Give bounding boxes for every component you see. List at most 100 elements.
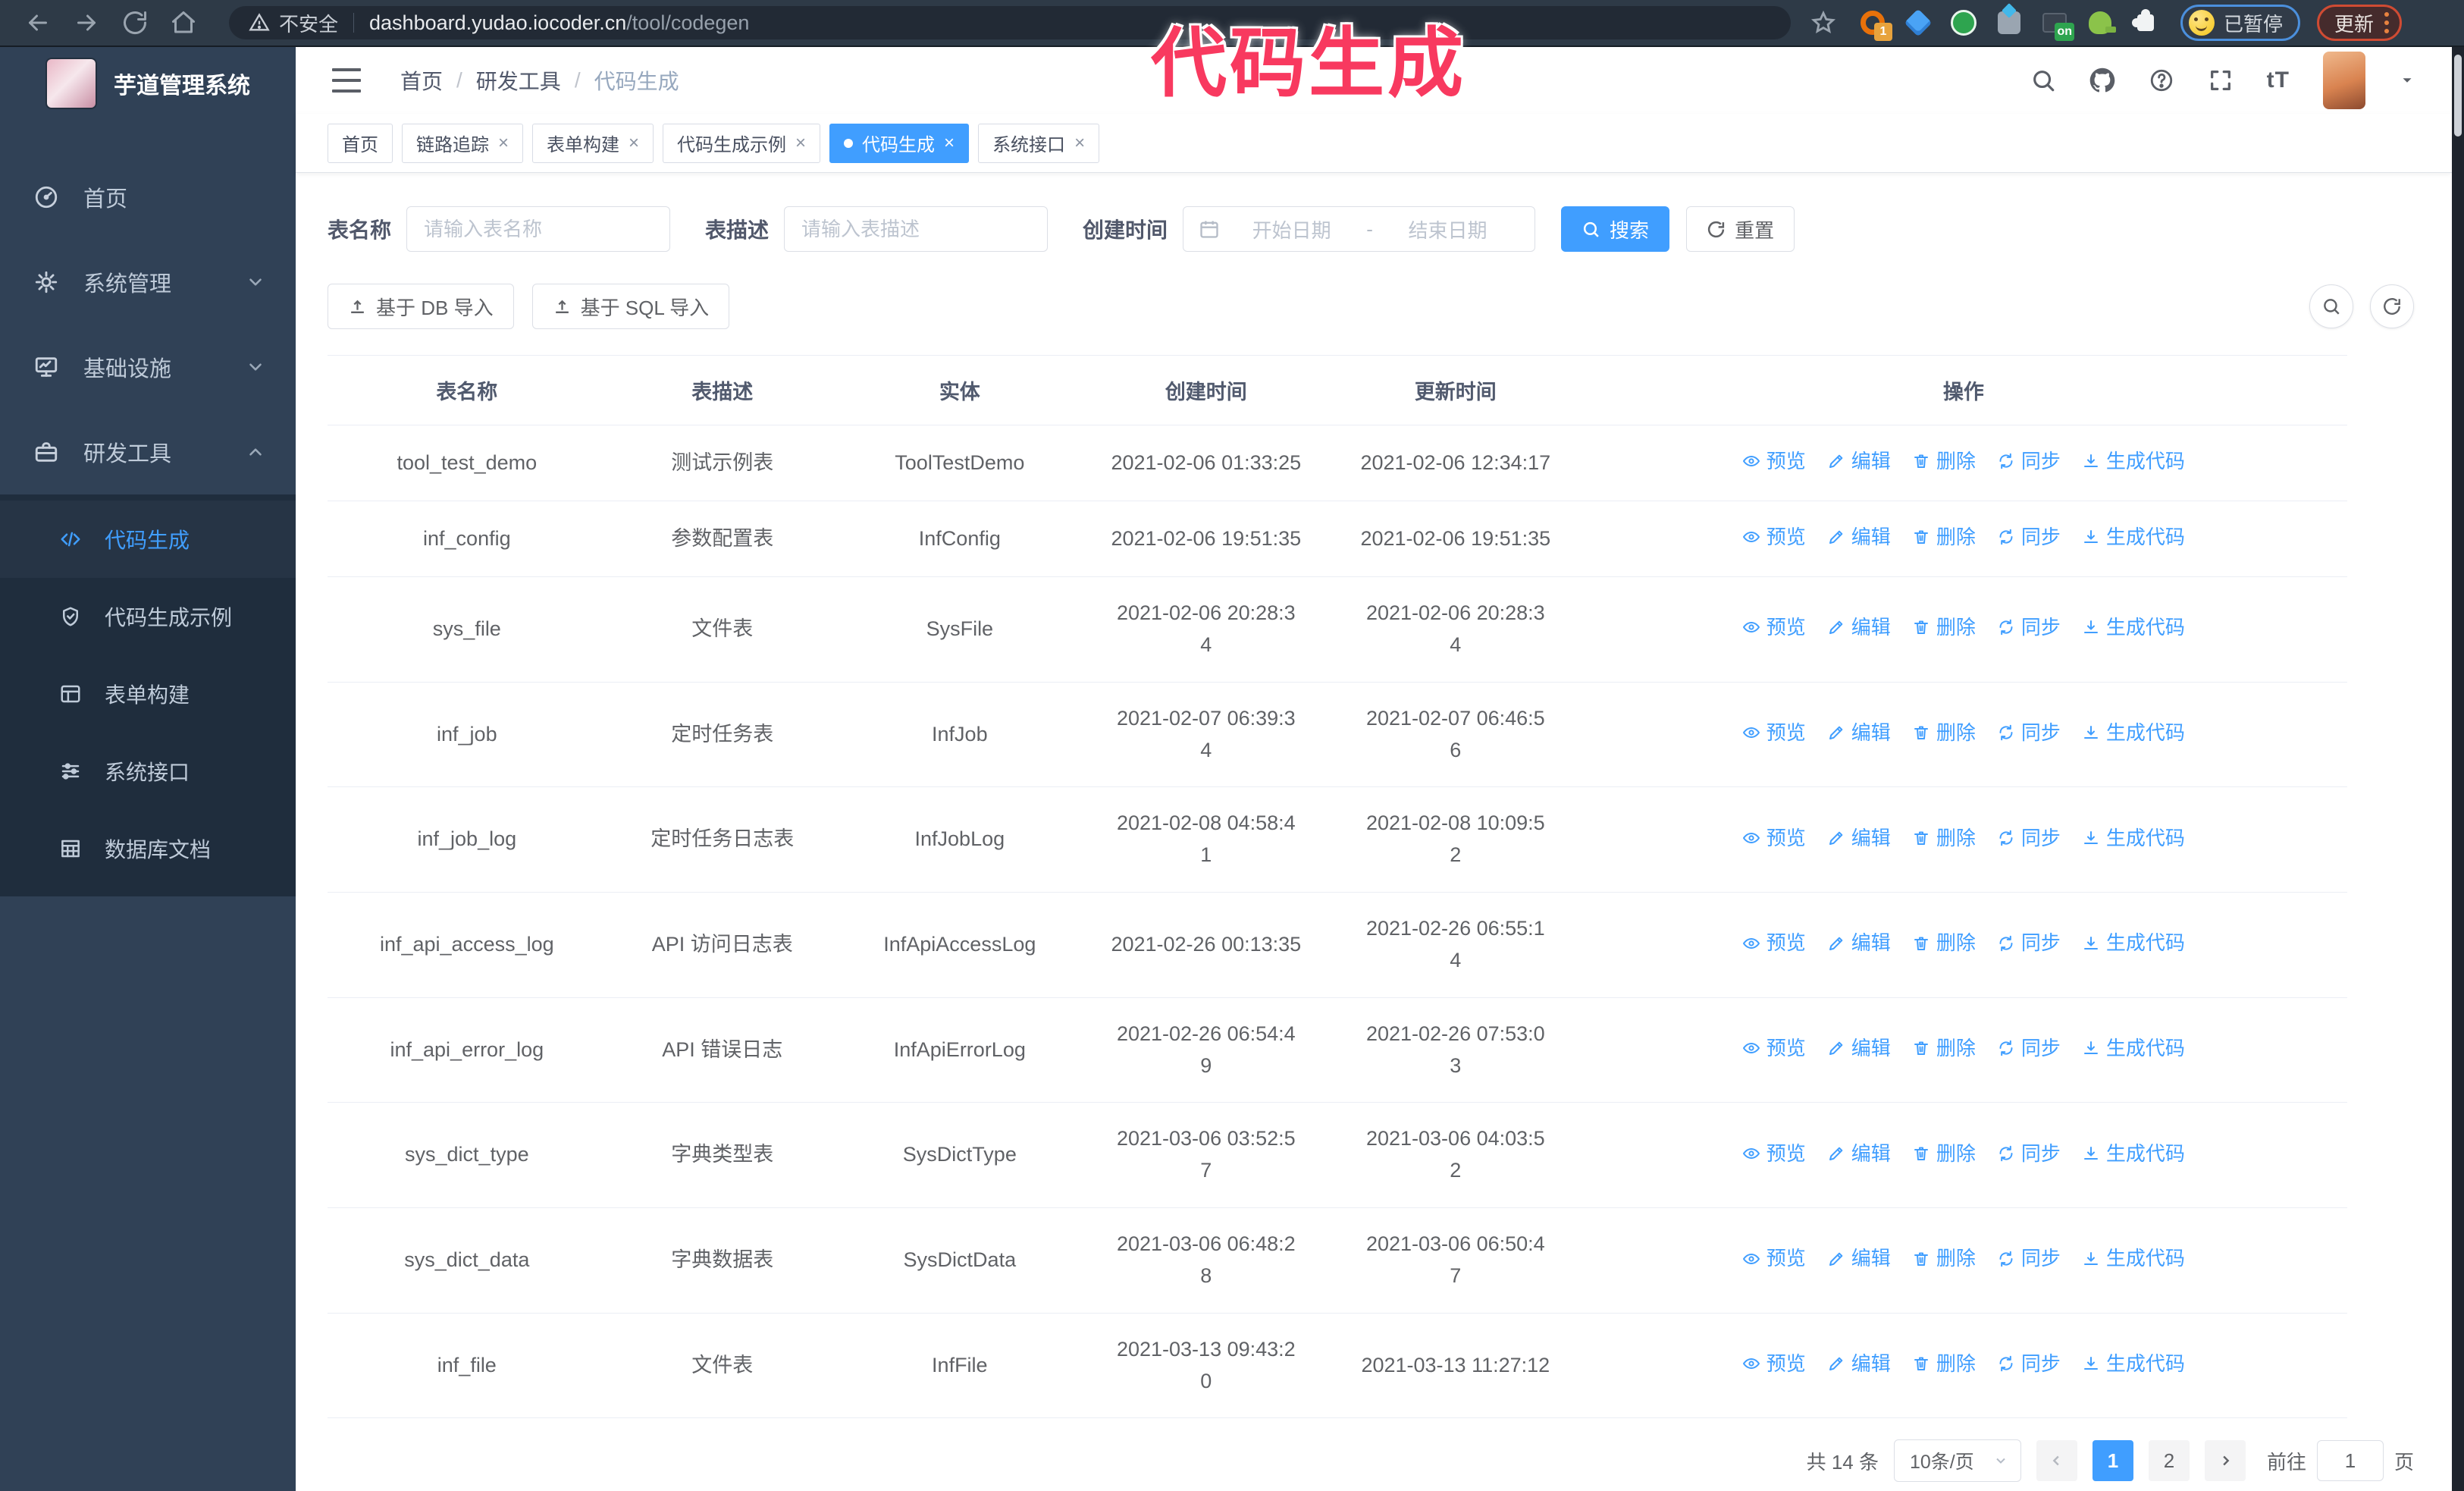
action-edit[interactable]: 编辑 <box>1827 1033 1891 1063</box>
action-delete[interactable]: 删除 <box>1912 446 1976 476</box>
browser-update-button[interactable]: 更新 <box>2317 5 2403 41</box>
action-edit[interactable]: 编辑 <box>1827 823 1891 853</box>
action-sync[interactable]: 同步 <box>1997 823 2061 853</box>
search-button[interactable]: 搜索 <box>1561 206 1670 252</box>
action-sync[interactable]: 同步 <box>1997 1348 2061 1379</box>
extension-green-key-icon[interactable] <box>2085 8 2116 38</box>
sidebar-logo-row[interactable]: 芋道管理系统 <box>0 47 296 120</box>
forward-icon[interactable] <box>73 9 100 36</box>
breadcrumb-item[interactable]: 研发工具 <box>476 65 561 96</box>
table-desc-input[interactable] <box>784 206 1049 252</box>
action-edit[interactable]: 编辑 <box>1827 522 1891 552</box>
extension-white-puzzle-icon[interactable] <box>2130 8 2161 38</box>
action-sync[interactable]: 同步 <box>1997 612 2061 642</box>
action-sync[interactable]: 同步 <box>1997 1033 2061 1063</box>
breadcrumb-item[interactable]: 首页 <box>400 65 443 96</box>
sidebar-subitem-shield-check[interactable]: 代码生成示例 <box>0 578 296 655</box>
action-delete[interactable]: 删除 <box>1912 823 1976 853</box>
sidebar-item-monitor[interactable]: 基础设施 <box>0 325 296 410</box>
goto-page-input[interactable] <box>2316 1440 2384 1482</box>
close-icon[interactable]: × <box>795 133 806 152</box>
action-preview[interactable]: 预览 <box>1742 522 1806 552</box>
action-sync[interactable]: 同步 <box>1997 928 2061 958</box>
sidebar-item-dashboard[interactable]: 首页 <box>0 155 296 240</box>
search-icon[interactable] <box>2030 67 2056 93</box>
date-range-picker[interactable]: 开始日期 - 结束日期 <box>1183 206 1536 252</box>
action-sync[interactable]: 同步 <box>1997 717 2061 748</box>
action-edit[interactable]: 编辑 <box>1827 1138 1891 1169</box>
action-edit[interactable]: 编辑 <box>1827 1243 1891 1273</box>
sidebar-subitem-sliders[interactable]: 系统接口 <box>0 733 296 810</box>
action-preview[interactable]: 预览 <box>1742 928 1806 958</box>
action-delete[interactable]: 删除 <box>1912 928 1976 958</box>
sidebar-subitem-form[interactable]: 表单构建 <box>0 655 296 733</box>
url-path[interactable]: /tool/codegen <box>626 11 749 35</box>
tag-item[interactable]: 表单构建 × <box>532 123 654 163</box>
action-edit[interactable]: 编辑 <box>1827 446 1891 476</box>
import-db-button[interactable]: 基于 DB 导入 <box>328 284 514 329</box>
action-delete[interactable]: 删除 <box>1912 717 1976 748</box>
help-icon[interactable] <box>2149 67 2174 93</box>
sidebar-subitem-code[interactable]: 代码生成 <box>0 501 296 578</box>
extension-gray-tool-icon[interactable] <box>1994 8 2024 38</box>
action-delete[interactable]: 删除 <box>1912 522 1976 552</box>
action-generate[interactable]: 生成代码 <box>2082 612 2185 642</box>
page-button-1[interactable]: 1 <box>2092 1440 2133 1482</box>
tag-item[interactable]: 代码生成示例 × <box>663 123 821 163</box>
action-edit[interactable]: 编辑 <box>1827 928 1891 958</box>
page-size-select[interactable]: 10条/页 <box>1893 1439 2021 1483</box>
action-generate[interactable]: 生成代码 <box>2082 1243 2185 1273</box>
start-date-placeholder[interactable]: 开始日期 <box>1220 215 1363 243</box>
extension-green-shield-icon[interactable] <box>1948 8 1979 38</box>
action-delete[interactable]: 删除 <box>1912 1243 1976 1273</box>
refresh-table-button[interactable] <box>2370 284 2414 328</box>
action-generate[interactable]: 生成代码 <box>2082 1348 2185 1379</box>
font-size-icon[interactable]: tT <box>2267 67 2290 93</box>
end-date-placeholder[interactable]: 结束日期 <box>1376 215 1519 243</box>
action-delete[interactable]: 删除 <box>1912 1138 1976 1169</box>
action-preview[interactable]: 预览 <box>1742 1033 1806 1063</box>
action-sync[interactable]: 同步 <box>1997 446 2061 476</box>
table-name-input[interactable] <box>406 206 671 252</box>
reload-icon[interactable] <box>121 9 149 36</box>
tag-item[interactable]: 系统接口 × <box>978 123 1100 163</box>
github-icon[interactable] <box>2089 67 2115 93</box>
action-generate[interactable]: 生成代码 <box>2082 717 2185 748</box>
extension-orange-circle-icon[interactable]: 1 <box>1857 8 1892 41</box>
action-preview[interactable]: 预览 <box>1742 446 1806 476</box>
url-host[interactable]: dashboard.yudao.iocoder.cn <box>369 11 626 35</box>
action-sync[interactable]: 同步 <box>1997 1243 2061 1273</box>
action-preview[interactable]: 预览 <box>1742 612 1806 642</box>
action-preview[interactable]: 预览 <box>1742 1348 1806 1379</box>
action-delete[interactable]: 删除 <box>1912 1348 1976 1379</box>
avatar[interactable] <box>2323 52 2365 109</box>
page-button-2[interactable]: 2 <box>2148 1440 2190 1482</box>
sidebar-subitem-database[interactable]: 数据库文档 <box>0 810 296 887</box>
security-label[interactable]: 不安全 <box>279 9 338 37</box>
close-icon[interactable]: × <box>498 133 509 152</box>
action-preview[interactable]: 预览 <box>1742 1243 1806 1273</box>
profile-paused-badge[interactable]: 已暂停 <box>2180 5 2301 41</box>
action-preview[interactable]: 预览 <box>1742 717 1806 748</box>
action-edit[interactable]: 编辑 <box>1827 717 1891 748</box>
close-icon[interactable]: × <box>944 133 955 152</box>
action-delete[interactable]: 删除 <box>1912 1033 1976 1063</box>
back-icon[interactable] <box>24 9 52 36</box>
reset-button[interactable]: 重置 <box>1686 206 1795 252</box>
close-icon[interactable]: × <box>629 133 639 152</box>
action-generate[interactable]: 生成代码 <box>2082 928 2185 958</box>
sidebar-item-gear[interactable]: 系统管理 <box>0 240 296 325</box>
home-icon[interactable] <box>170 9 197 36</box>
action-generate[interactable]: 生成代码 <box>2082 446 2185 476</box>
action-generate[interactable]: 生成代码 <box>2082 823 2185 853</box>
address-bar[interactable]: 不安全 dashboard.yudao.iocoder.cn /tool/cod… <box>229 6 1791 39</box>
bookmark-star-icon[interactable] <box>1810 10 1836 36</box>
action-generate[interactable]: 生成代码 <box>2082 522 2185 552</box>
action-edit[interactable]: 编辑 <box>1827 1348 1891 1379</box>
action-sync[interactable]: 同步 <box>1997 522 2061 552</box>
action-sync[interactable]: 同步 <box>1997 1138 2061 1169</box>
action-generate[interactable]: 生成代码 <box>2082 1033 2185 1063</box>
toggle-search-button[interactable] <box>2309 284 2353 328</box>
prev-page-button[interactable] <box>2036 1440 2077 1482</box>
action-generate[interactable]: 生成代码 <box>2082 1138 2185 1169</box>
